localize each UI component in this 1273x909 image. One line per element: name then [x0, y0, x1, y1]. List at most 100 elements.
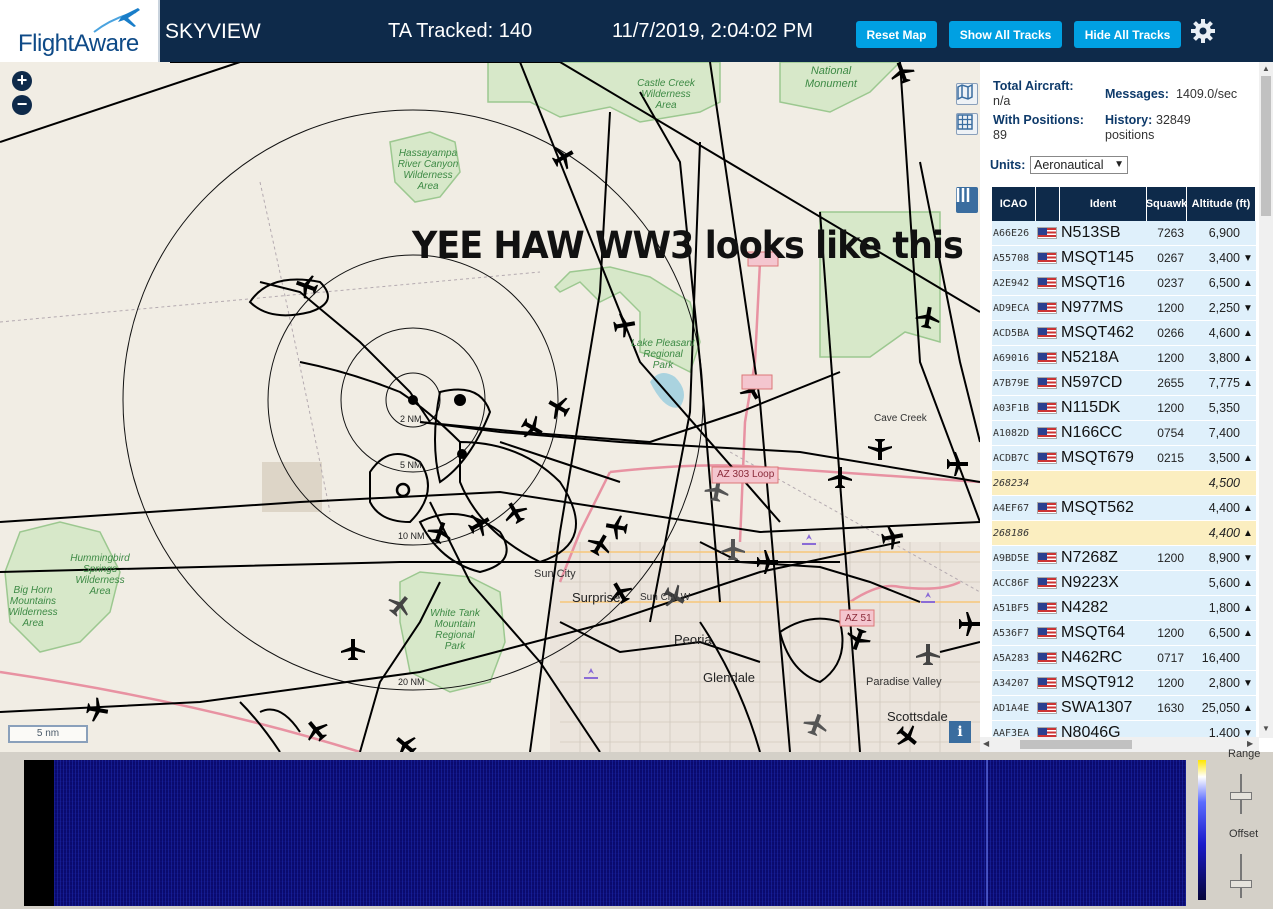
col-altitude[interactable]: Altitude (ft) — [1187, 187, 1256, 221]
history-value: 32849 — [1156, 113, 1191, 127]
table-row[interactable]: A69016 N5218A 1200 3,800 ▲ — [992, 346, 1256, 371]
squawk-cell: 1200 — [1157, 551, 1184, 565]
table-row[interactable]: AD9ECA N977MS 1200 2,250 ▼ — [992, 296, 1256, 321]
ident-cell: SWA1307 — [1061, 699, 1133, 716]
aircraft-icon[interactable] — [341, 639, 365, 660]
flag-cell — [1036, 521, 1058, 545]
table-row[interactable]: 268234 4,500 — [992, 471, 1256, 496]
table-row[interactable]: A5A283 N462RC 0717 16,400 — [992, 646, 1256, 671]
table-row[interactable]: A2E942 MSQT16 0237 6,500 ▲ — [992, 271, 1256, 296]
col-squawk[interactable]: Squawk — [1146, 187, 1187, 221]
ident-cell: MSQT64 — [1061, 624, 1126, 641]
scroll-right-icon[interactable]: ▶ — [1247, 739, 1253, 748]
offset-slider-track[interactable] — [1240, 854, 1242, 898]
squawk-cell: 7263 — [1157, 226, 1184, 240]
squawk-cell: 1200 — [1157, 626, 1184, 640]
hide-all-tracks-button[interactable]: Hide All Tracks — [1074, 21, 1181, 48]
squawk-cell — [1148, 596, 1184, 620]
table-row[interactable]: A9BD5E N7268Z 1200 8,900 ▼ — [992, 546, 1256, 571]
table-row[interactable]: ACC86F N9223X 5,600 ▲ — [992, 571, 1256, 596]
aircraft-icon[interactable] — [85, 696, 110, 723]
ring-label-5nm: 5 NM — [400, 460, 422, 470]
map-layers-button[interactable] — [956, 83, 978, 105]
table-row[interactable]: A536F7 MSQT64 1200 6,500 ▲ — [992, 621, 1256, 646]
scroll-down-icon[interactable]: ▼ — [1262, 724, 1270, 733]
scroll-up-icon[interactable]: ▲ — [1262, 64, 1270, 73]
aircraft-icon[interactable] — [868, 439, 892, 460]
col-icao[interactable]: ICAO — [992, 187, 1036, 221]
sidebar-toggle-button[interactable] — [956, 187, 978, 213]
table-row[interactable]: A51BF5 N4282 1,800 ▲ — [992, 596, 1256, 621]
map-info-button[interactable]: i — [949, 721, 971, 743]
range-slider-handle[interactable] — [1230, 792, 1252, 800]
table-row[interactable]: A1082D N166CC 0754 7,400 — [992, 421, 1256, 446]
flightaware-logo[interactable]: FlightAware — [0, 0, 160, 62]
aircraft-icon[interactable] — [517, 412, 547, 443]
flag-cell — [1036, 371, 1058, 395]
altitude-trend-icon: ▲ — [1243, 352, 1253, 364]
altitude-cell: 25,050 — [1201, 701, 1240, 715]
table-row[interactable]: ACDB7C MSQT679 0215 3,500 ▲ — [992, 446, 1256, 471]
table-row[interactable]: ACD5BA MSQT462 0266 4,600 ▲ — [992, 321, 1256, 346]
aircraft-icon[interactable] — [947, 452, 968, 476]
units-label: Units: — [990, 158, 1026, 172]
flag-cell — [1036, 421, 1058, 445]
scroll-thumb[interactable] — [1261, 76, 1271, 216]
reset-map-button[interactable]: Reset Map — [856, 21, 937, 48]
us-flag-icon — [1037, 302, 1057, 314]
history-label: History: — [1105, 113, 1153, 127]
table-row[interactable]: A7B79E N597CD 2655 7,775 ▲ — [992, 371, 1256, 396]
altitude-trend-icon — [1242, 471, 1254, 495]
map-view[interactable]: Castle Creek Wilderness Area National Monum… — [0, 62, 980, 752]
vertical-scrollbar[interactable]: ▲ ▼ — [1259, 62, 1273, 738]
show-all-tracks-button[interactable]: Show All Tracks — [949, 21, 1062, 48]
flag-cell — [1036, 221, 1058, 245]
ident-cell: N4282 — [1061, 599, 1109, 616]
offset-slider-handle[interactable] — [1230, 880, 1252, 888]
us-flag-icon — [1037, 402, 1057, 414]
with-positions-value: 89 — [993, 128, 1007, 142]
altitude-cell: 7,400 — [1208, 426, 1240, 440]
scroll-left-icon[interactable]: ◀ — [983, 739, 989, 748]
table-row[interactable]: A66E26 N513SB 7263 6,900 — [992, 221, 1256, 246]
ident-cell: MSQT462 — [1061, 324, 1134, 341]
us-flag-icon — [1037, 252, 1057, 264]
table-row[interactable]: AD1A4E SWA1307 1630 25,050 ▲ — [992, 696, 1256, 721]
national-monument-label: National Monument — [805, 65, 857, 90]
flag-cell — [1036, 321, 1058, 345]
units-select[interactable]: Aeronautical ▼ — [1030, 156, 1128, 174]
col-ident[interactable]: Ident — [1060, 187, 1147, 221]
top-bar: FlightAware SKYVIEW TA Tracked: 140 11/7… — [0, 0, 1273, 62]
units-selected-value: Aeronautical — [1034, 158, 1104, 172]
messages-label: Messages: — [1105, 87, 1169, 101]
surprise-label: Surprise — [572, 590, 621, 605]
table-row[interactable]: A4EF67 MSQT562 4,400 ▲ — [992, 496, 1256, 521]
zoom-out-button[interactable]: − — [12, 95, 32, 115]
gear-icon[interactable] — [1190, 18, 1216, 44]
zoom-in-button[interactable]: + — [12, 71, 32, 91]
horizontal-scrollbar[interactable]: ◀ ▶ — [980, 737, 1259, 752]
scroll-thumb[interactable] — [1020, 740, 1132, 749]
grid-toggle-button[interactable] — [956, 113, 978, 135]
table-row[interactable]: A55708 MSQT145 0267 3,400 ▼ — [992, 246, 1256, 271]
flag-cell — [1036, 496, 1058, 520]
us-flag-icon — [1037, 377, 1057, 389]
altitude-trend-icon: ▲ — [1243, 327, 1253, 339]
table-row[interactable]: A34207 MSQT912 1200 2,800 ▼ — [992, 671, 1256, 696]
col-flag[interactable] — [1036, 187, 1060, 221]
table-row[interactable]: A03F1B N115DK 1200 5,350 — [992, 396, 1256, 421]
aircraft-icon[interactable] — [828, 467, 852, 488]
cave-creek-label: Cave Creek — [874, 413, 927, 424]
aircraft-icon[interactable] — [604, 513, 629, 540]
squawk-cell: 1200 — [1157, 676, 1184, 690]
history-unit: positions — [1105, 128, 1155, 142]
ident-cell: N115DK — [1061, 399, 1121, 416]
ident-cell: MSQT912 — [1061, 674, 1134, 691]
aircraft-icon[interactable] — [390, 729, 422, 752]
ident-cell: MSQT562 — [1061, 499, 1134, 516]
table-row[interactable]: 268186 4,400 ▲ — [992, 521, 1256, 546]
total-aircraft-value: n/a — [993, 94, 1011, 108]
aircraft-icon[interactable] — [612, 311, 637, 338]
paradise-valley-label: Paradise Valley — [866, 676, 942, 688]
map-canvas[interactable] — [0, 62, 980, 752]
